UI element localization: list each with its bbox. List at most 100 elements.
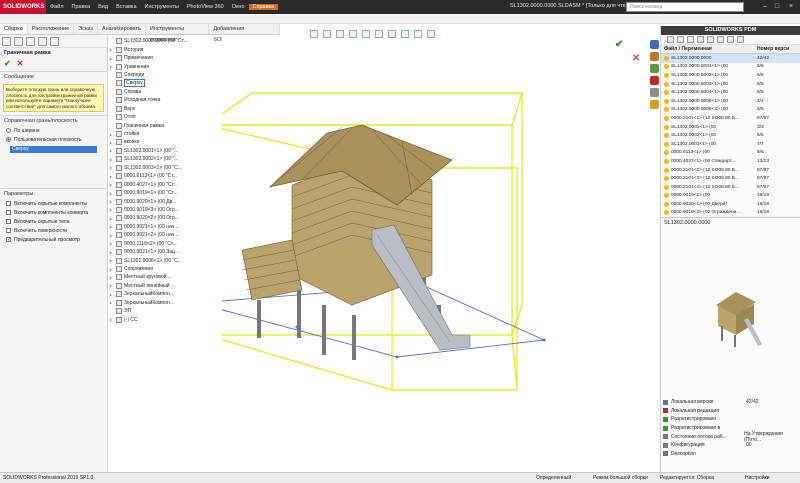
tree-item[interactable]: ▸ SL1302.0002<1> (00 "... xyxy=(110,155,220,163)
expand-arrow-icon[interactable]: ▸ xyxy=(110,250,114,255)
expand-arrow-icon[interactable]: ▸ xyxy=(110,300,114,305)
tree-item[interactable]: ▸ 0000.9020<1> (00 Дв... xyxy=(110,197,220,205)
property-manager-icon[interactable] xyxy=(14,37,23,46)
expand-arrow-icon[interactable]: ▸ xyxy=(110,216,114,221)
check-in-icon[interactable] xyxy=(677,36,684,43)
check-out-icon[interactable] xyxy=(687,36,694,43)
expand-arrow-icon[interactable]: ▸ xyxy=(110,258,114,263)
maximize-icon[interactable]: □ xyxy=(772,2,782,12)
pdm-row[interactable]: SL1302.0000.5003<1> (00 5/5 xyxy=(661,80,800,89)
tree-item[interactable]: ▸ 0000.4027<1> (00 "Ст... xyxy=(110,180,220,188)
command-tab[interactable]: Сборка xyxy=(0,24,28,34)
expand-arrow-icon[interactable]: ▸ xyxy=(110,174,114,179)
expand-arrow-icon[interactable]: ▸ xyxy=(110,132,114,137)
pdm-row[interactable]: 0000.2101<3> (12 SO08.80 Б... 87/87 xyxy=(661,174,800,183)
tree-item[interactable]: Отоп xyxy=(110,113,220,121)
tree-item[interactable]: ▸ 0000.9021<2> (00 нач... xyxy=(110,231,220,239)
expand-arrow-icon[interactable]: ▸ xyxy=(110,233,114,238)
option-checkbox[interactable]: Включить поверхности xyxy=(0,226,107,235)
status-settings[interactable]: Настройки xyxy=(745,473,770,483)
pdm-row[interactable]: SL1302.0000.5005<3> (00 5/5 xyxy=(661,106,800,115)
pdm-row[interactable]: 0000.2101<4> (12 SO08.80 Б... 87/87 xyxy=(661,183,800,192)
pdm-row[interactable]: SL1302.0000.5002<1> (00 5/5 xyxy=(661,71,800,80)
tree-item[interactable]: ▸ (-) СС xyxy=(110,315,220,323)
confirm-corner-ok-icon[interactable]: ✔ xyxy=(615,39,623,50)
view-palette-icon[interactable] xyxy=(650,88,659,97)
tree-item[interactable]: ▸ Примечания xyxy=(110,54,220,62)
menu-item[interactable]: Окно xyxy=(228,4,249,10)
undo-checkout-icon[interactable] xyxy=(697,36,704,43)
tree-item[interactable]: ▸ 0000.9019<1> (00 "Ст... xyxy=(110,189,220,197)
options-section-header[interactable]: Параметры xyxy=(0,188,107,199)
menu-item[interactable]: Инструменты xyxy=(141,4,183,10)
menu-item[interactable]: PhotoView 360 xyxy=(183,4,228,10)
expand-arrow-icon[interactable]: ▸ xyxy=(110,267,114,272)
status-large-assembly[interactable]: Режим большой сборки xyxy=(593,473,648,483)
display-style-icon[interactable] xyxy=(375,30,383,38)
expand-arrow-icon[interactable]: ▸ xyxy=(110,56,114,61)
edit-appearance-icon[interactable] xyxy=(401,30,409,38)
command-tab[interactable]: Расположение xyxy=(28,24,75,34)
solidworks-logo[interactable]: SOLIDWORKS xyxy=(0,0,46,14)
dimxpert-icon[interactable] xyxy=(38,37,47,46)
pdm-row[interactable]: SL1302.0001<1> (00 3/3 xyxy=(661,123,800,132)
history-icon[interactable] xyxy=(727,36,734,43)
feature-manager-icon[interactable] xyxy=(2,37,11,46)
resources-icon[interactable] xyxy=(650,40,659,49)
col-file[interactable]: Файл / Переменная xyxy=(661,45,757,53)
tree-item[interactable]: Верх xyxy=(110,105,220,113)
option-checkbox[interactable]: Включить компоненты конверта xyxy=(0,208,107,217)
properties-icon[interactable] xyxy=(737,36,744,43)
design-library-icon[interactable] xyxy=(650,52,659,61)
command-tab[interactable]: Анализировать xyxy=(98,24,146,34)
minimize-icon[interactable]: – xyxy=(760,2,770,12)
get-latest-icon[interactable] xyxy=(707,36,714,43)
file-explorer-icon[interactable] xyxy=(650,64,659,73)
menu-item[interactable]: Вставка xyxy=(112,4,140,10)
tree-item[interactable]: ▸ 0000.1118<2> (00 "Ст... xyxy=(110,240,220,248)
plane-selection-field[interactable]: Сверху xyxy=(10,146,97,153)
appearances-icon[interactable] xyxy=(650,100,659,109)
expand-arrow-icon[interactable]: ▸ xyxy=(110,148,114,153)
tree-item[interactable]: ЭП xyxy=(110,307,220,315)
display-manager-icon[interactable] xyxy=(50,37,59,46)
change-state-icon[interactable] xyxy=(717,36,724,43)
pdm-row[interactable]: 0000.2101<2> (12 SO08.80 Б... 87/87 xyxy=(661,166,800,175)
tree-item[interactable]: Спереди xyxy=(110,71,220,79)
scene-icon[interactable] xyxy=(414,30,422,38)
expand-arrow-icon[interactable]: ▸ xyxy=(110,241,114,246)
pdm-row[interactable]: 0000.6113<1> (00 6/6 xyxy=(661,149,800,158)
expand-arrow-icon[interactable]: ▸ xyxy=(110,191,114,196)
col-version[interactable]: Номер верси xyxy=(757,45,797,53)
previous-view-icon[interactable] xyxy=(336,30,344,38)
tree-item[interactable]: Исходная точка xyxy=(110,96,220,104)
view-orientation-icon[interactable] xyxy=(362,30,370,38)
hide-show-icon[interactable] xyxy=(388,30,396,38)
reference-section-header[interactable]: Справочная грань/плоскость xyxy=(0,115,107,126)
expand-arrow-icon[interactable]: ▸ xyxy=(110,157,114,162)
cancel-x-icon[interactable]: ✕ xyxy=(17,59,24,68)
tree-item[interactable]: ▸ стойки xyxy=(110,130,220,138)
pdm-row[interactable]: SL1302.0000.5004<1> (00 5/5 xyxy=(661,88,800,97)
tree-item[interactable]: ▸ 0000.9021<1> (00 нач... xyxy=(110,223,220,231)
pdm-row[interactable]: SL1302.0000.5001<1> (00 6/6 xyxy=(661,63,800,72)
configuration-manager-icon[interactable] xyxy=(26,37,35,46)
tree-item[interactable]: ▸ Уравнения xyxy=(110,62,220,70)
tree-item[interactable]: ▸ SL1302.0003<1> (00 "С... xyxy=(110,164,220,172)
pdm-row[interactable]: SL1302.0002<1> (00 5/5 xyxy=(661,131,800,140)
expand-arrow-icon[interactable]: ▸ xyxy=(110,292,114,297)
option-checkbox[interactable]: ✓ Предварительный просмотр xyxy=(0,235,107,244)
command-tab[interactable]: Добавления SOLIDWORKS xyxy=(209,24,280,43)
pdm-row[interactable]: SL1302.0000.5006<1> (00 4/4 xyxy=(661,97,800,106)
search-input[interactable]: Поиск команд xyxy=(626,2,744,12)
radio-custom-plane[interactable]: Пользовательская плоскость xyxy=(0,135,107,144)
menu-item[interactable]: Справка xyxy=(248,4,279,10)
pdm-row[interactable]: SL1302.0000.0000 42/42 xyxy=(661,54,800,63)
pdm-row[interactable]: 0000.2101<1> (12 SO08.80 Б... 87/87 xyxy=(661,114,800,123)
tree-item[interactable]: ▸ ЗеркальныйКомпон... xyxy=(110,290,220,298)
pdm-row[interactable]: SL1302.0003<1> (00 7/7 xyxy=(661,140,800,149)
tree-item[interactable]: ▸ 0000.6113<1> (00 "Ст... xyxy=(110,172,220,180)
tree-item[interactable]: ▸ 0000.9021<1> (00 Зац... xyxy=(110,248,220,256)
expand-arrow-icon[interactable]: ▸ xyxy=(110,47,114,52)
expand-arrow-icon[interactable]: ▸ xyxy=(110,283,114,288)
